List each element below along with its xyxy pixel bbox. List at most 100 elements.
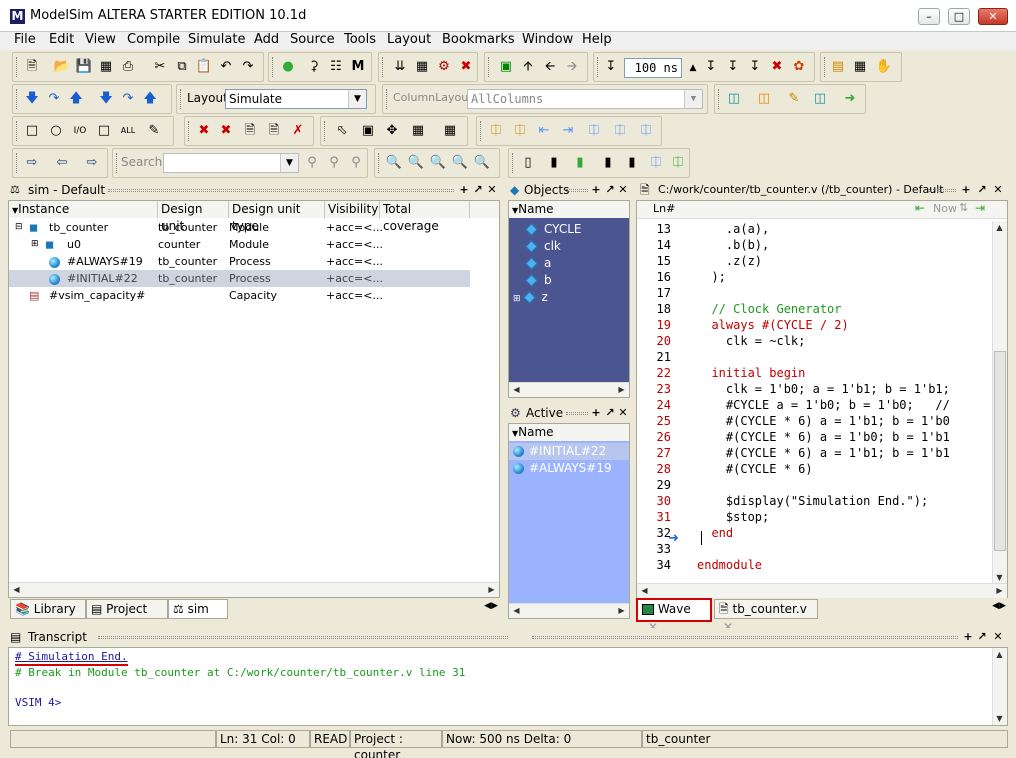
save-all-icon[interactable]: ▦ [97, 58, 115, 76]
menu-view[interactable]: View [85, 32, 116, 48]
list-item[interactable]: b [525, 272, 552, 289]
run-all-icon[interactable]: ↧ [746, 58, 764, 76]
menu-simulate[interactable]: Simulate [188, 32, 245, 48]
scroll-thumb[interactable] [994, 351, 1006, 551]
step-out-icon[interactable]: 🡅 [67, 90, 85, 108]
signal-remove-icon[interactable]: ⇦ [53, 154, 71, 172]
panel-undock-icon[interactable]: ↗ [604, 183, 616, 196]
wave-box1-icon[interactable]: □ [23, 122, 41, 140]
panel-dock-icon[interactable]: + [458, 183, 470, 196]
column-visibility[interactable]: Visibility [325, 201, 380, 218]
zoom-range-icon[interactable]: 🔍 [473, 154, 491, 172]
wave-pencil-icon[interactable]: ✎ [145, 122, 163, 140]
panel-dock-icon[interactable]: + [960, 183, 972, 196]
list-item[interactable]: CYCLE [525, 221, 582, 238]
wave-format-2-icon[interactable]: ▮ [545, 154, 563, 172]
column-name[interactable]: ▼Name [509, 201, 629, 218]
active-horizontal-scrollbar[interactable]: ◀ ▶ [509, 603, 629, 618]
wave-circle-icon[interactable]: ○ [47, 122, 65, 140]
wave-all-icon[interactable]: ALL [119, 122, 137, 140]
pointer-icon[interactable]: ⬁ [333, 122, 351, 140]
menu-source[interactable]: Source [290, 32, 335, 48]
back-arrow-icon[interactable]: 🡨 [541, 58, 559, 76]
wave-delete-icon[interactable]: ✗ [289, 122, 307, 140]
scroll-right-icon[interactable]: ▶ [485, 583, 498, 596]
tab-scroll-icon[interactable]: ◀▶ [992, 601, 1006, 611]
save-icon[interactable]: 💾 [75, 58, 93, 76]
search-options-icon[interactable]: ⚲ [347, 154, 365, 172]
window-pencil-icon[interactable]: ✎ [785, 90, 803, 108]
zoom-cursor-icon[interactable]: 🔍 [451, 154, 469, 172]
panel-close-icon[interactable]: ✕ [617, 406, 629, 419]
scroll-up-icon[interactable]: ▲ [993, 648, 1006, 661]
measure-icon[interactable]: ▦ [409, 122, 427, 140]
wave-cut-2-icon[interactable]: ✖ [217, 122, 235, 140]
menu-window[interactable]: Window [522, 32, 573, 48]
menu-edit[interactable]: Edit [49, 32, 74, 48]
stop-icon[interactable]: ✿ [790, 58, 808, 76]
tab-source-file[interactable]: 🗎 tb_counter.v ✕ [714, 599, 818, 634]
break-run-icon[interactable]: ✖ [768, 58, 786, 76]
tab-project[interactable]: ▤ Project [86, 599, 168, 619]
menu-layout[interactable]: Layout [387, 32, 431, 48]
panel-close-icon[interactable]: ✕ [617, 183, 629, 196]
compile-icon[interactable]: ⇊ [391, 58, 409, 76]
search-input[interactable]: ▼ [163, 153, 299, 173]
signal-group-icon[interactable]: ⇨ [83, 154, 101, 172]
modelsim-icon[interactable]: M [349, 58, 367, 76]
panel-dock-icon[interactable]: + [590, 406, 602, 419]
window-cascade-icon[interactable]: ◫ [811, 90, 829, 108]
env-icon[interactable]: ▣ [497, 58, 515, 76]
panel-undock-icon[interactable]: ↗ [976, 183, 988, 196]
list-item[interactable]: clk [525, 238, 561, 255]
zoom-full-icon[interactable]: 🔍 [429, 154, 447, 172]
tab-sim[interactable]: ⚖ sim [168, 599, 228, 619]
column-layout-select[interactable]: AllColumns ▼ [467, 89, 703, 109]
up-arrow-icon[interactable]: 🡩 [519, 58, 537, 76]
break-icon[interactable]: ✖ [457, 58, 475, 76]
prev-edge-icon[interactable]: ⇤ [535, 122, 553, 140]
transcript-console[interactable]: # Simulation End. # Break in Module tb_c… [8, 647, 1008, 726]
wave-format-7-icon[interactable]: ⎅ [669, 154, 687, 172]
step-icon[interactable]: 🡇 [23, 90, 41, 108]
redo-icon[interactable]: ↷ [239, 58, 257, 76]
panel-dock-icon[interactable]: + [590, 183, 602, 196]
scroll-right-icon[interactable]: ▶ [993, 584, 1006, 597]
column-instance[interactable]: ▼Instance [9, 201, 158, 218]
goto-now-icon[interactable]: ⇤ [915, 201, 925, 215]
column-design-unit[interactable]: Design unit [158, 201, 229, 233]
wave-format-6-icon[interactable]: ⎅ [647, 154, 665, 172]
edit-mode-icon[interactable]: ▦ [441, 122, 459, 140]
step-into-icon[interactable]: 🡇 [97, 90, 115, 108]
help-circle-icon[interactable]: ● [279, 58, 297, 76]
menu-compile[interactable]: Compile [127, 32, 180, 48]
menu-add[interactable]: Add [254, 32, 279, 48]
maximize-button[interactable]: □ [948, 8, 970, 25]
table-row-selected[interactable]: #INITIAL#22 tb_counter Process +acc=<... [9, 270, 470, 287]
menu-help[interactable]: Help [582, 32, 612, 48]
wave-format-5-icon[interactable]: ▮ [623, 154, 641, 172]
run-length-input[interactable]: 100 ns [624, 58, 682, 78]
panel-close-icon[interactable]: ✕ [992, 183, 1004, 196]
source-horizontal-scrollbar[interactable]: ◀ ▶ [637, 583, 1007, 598]
pan-icon[interactable]: ✥ [383, 122, 401, 140]
forward-arrow-icon[interactable]: 🡪 [563, 58, 581, 76]
wave-cut-icon[interactable]: ✖ [195, 122, 213, 140]
close-button[interactable]: ✕ [978, 8, 1008, 25]
signal-add-icon[interactable]: ⇨ [23, 154, 41, 172]
hand-icon[interactable]: ✋ [875, 58, 893, 76]
scroll-right-icon[interactable]: ▶ [615, 383, 628, 396]
list-item[interactable]: ⊞ z [513, 289, 548, 308]
menu-tools[interactable]: Tools [344, 32, 376, 48]
simulate-icon[interactable]: ⚙ [435, 58, 453, 76]
panel-undock-icon[interactable]: ↗ [604, 406, 616, 419]
expand-icon[interactable]: ⊞ [31, 236, 39, 253]
restart-icon[interactable]: ↧ [602, 58, 620, 76]
list-item[interactable]: #ALWAYS#19 [509, 460, 612, 477]
panel-close-icon[interactable]: ✕ [992, 630, 1004, 643]
run-icon[interactable]: ↧ [702, 58, 720, 76]
print-icon[interactable]: ⎙ [119, 58, 137, 76]
layout-select[interactable]: Simulate ▼ [225, 89, 367, 109]
table-row[interactable]: #ALWAYS#19 tb_counter Process +acc=<... [9, 253, 479, 270]
window-add-icon[interactable]: ◫ [725, 90, 743, 108]
